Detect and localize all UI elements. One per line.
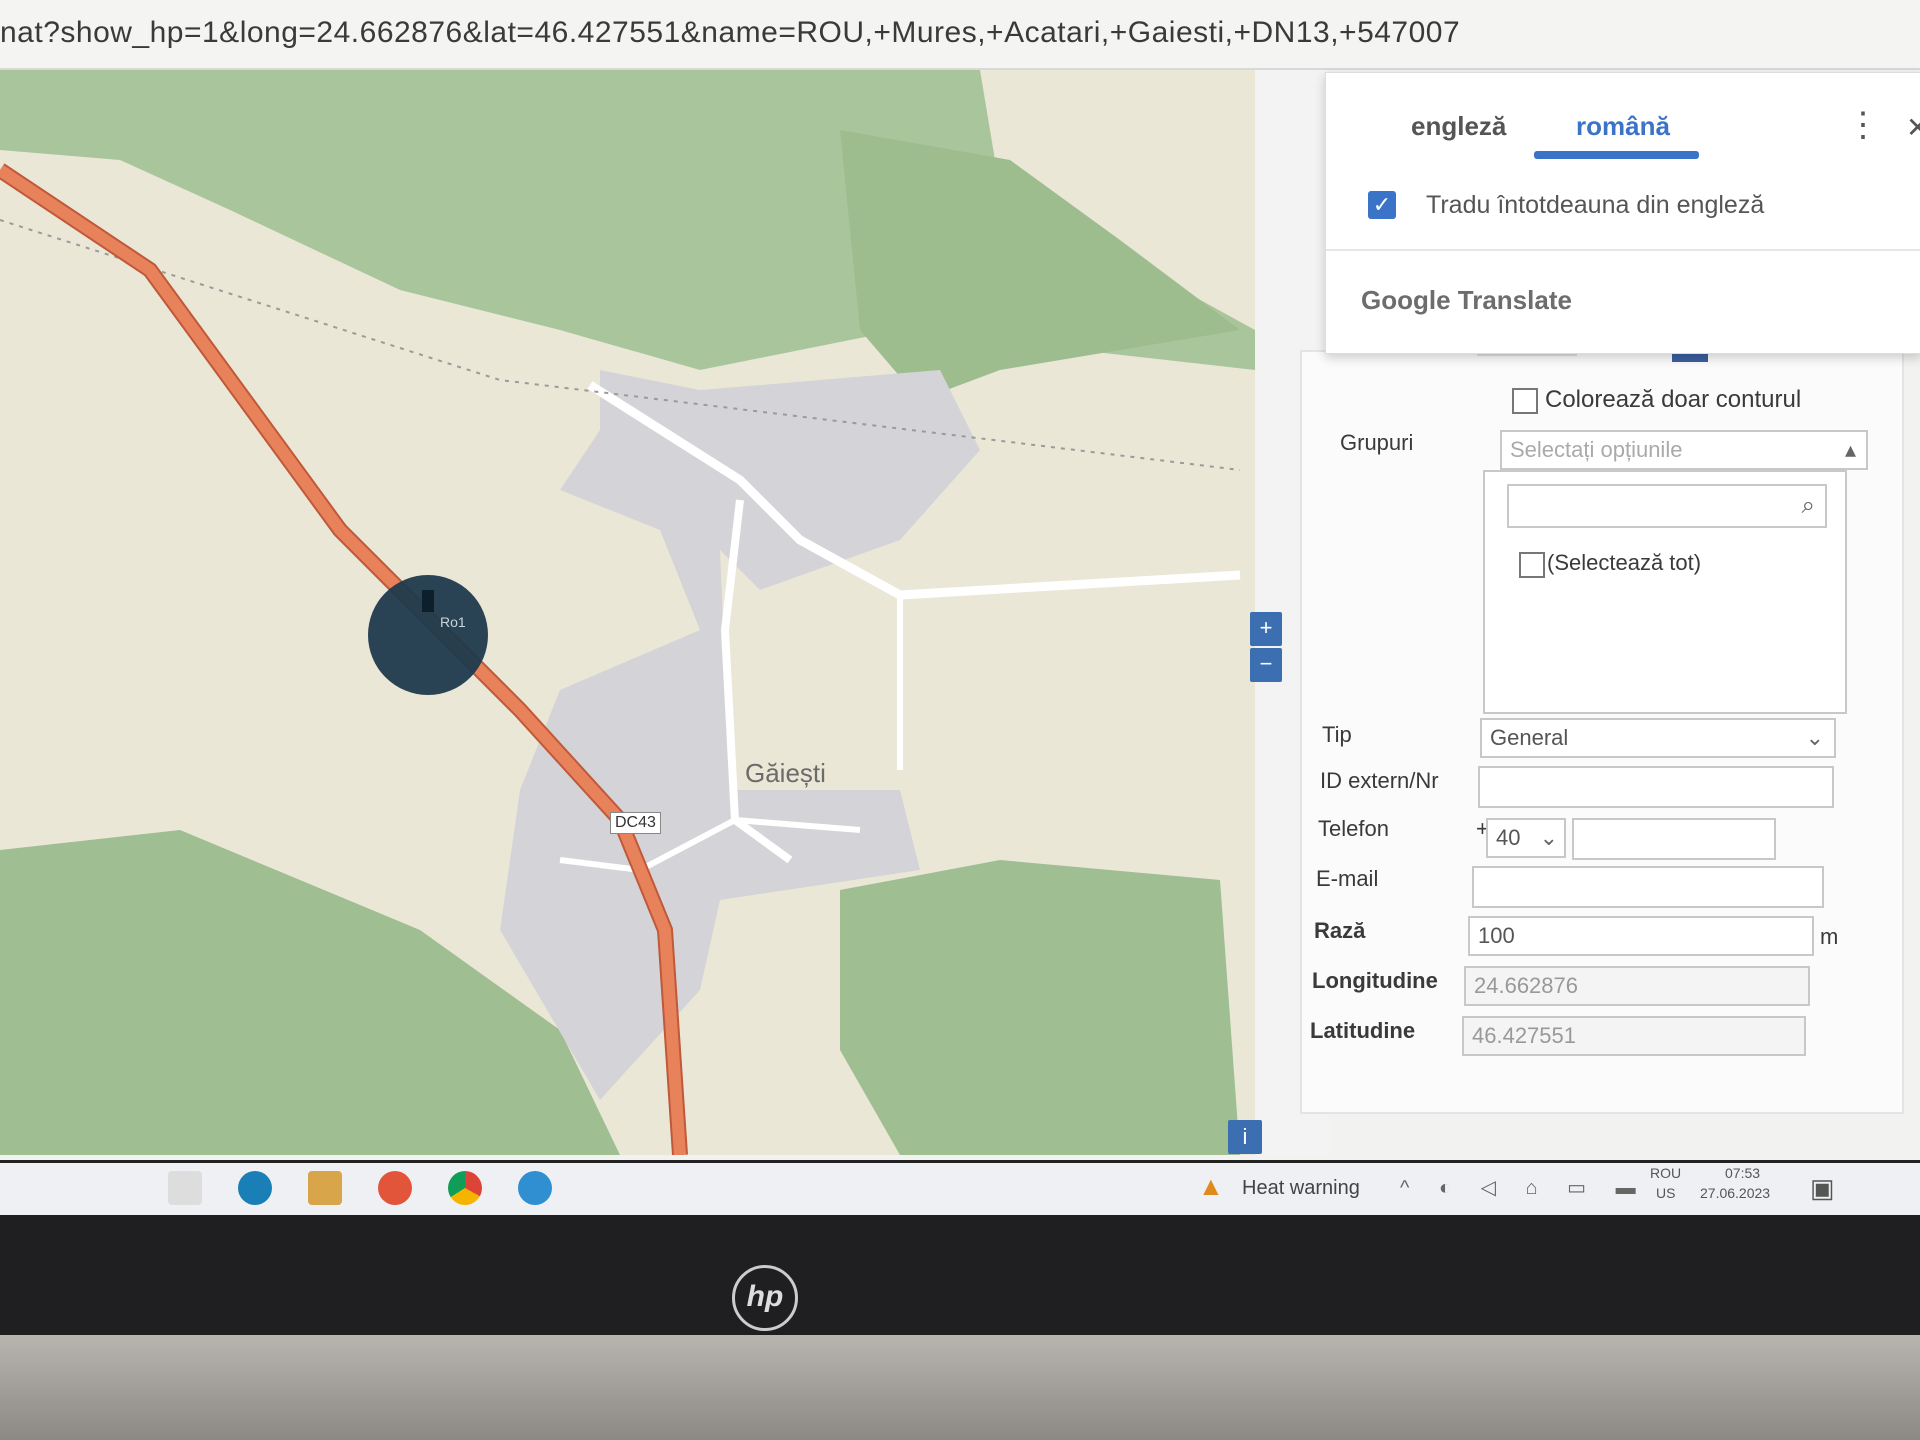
longitude-label: Longitudine (1312, 968, 1438, 993)
chevron-down-icon: ⌄ (1539, 825, 1558, 850)
tray-icons[interactable]: ^ ◐ ◁ ⌂ ▭ ▬ (1400, 1175, 1648, 1200)
address-bar[interactable]: nat?show_hp=1&long=24.662876&lat=46.4275… (0, 0, 1920, 70)
outline-only-checkbox[interactable] (1512, 388, 1538, 414)
tab-english[interactable]: engleză (1411, 111, 1506, 142)
taskbar: ▲ Heat warning ^ ◐ ◁ ⌂ ▭ ▬ ROU US 07:53 … (0, 1160, 1920, 1215)
phone-label: Telefon (1318, 816, 1389, 841)
groups-label: Grupuri (1340, 430, 1414, 455)
external-id-input[interactable] (1478, 766, 1834, 808)
edge-icon[interactable] (238, 1171, 272, 1205)
radius-unit: m (1820, 924, 1839, 949)
clock-time[interactable]: 07:53 (1725, 1165, 1760, 1181)
map-canvas[interactable] (0, 70, 1255, 1155)
always-translate-checkbox[interactable]: ✓ (1368, 191, 1396, 219)
always-translate-label: Tradu întotdeauna din engleză (1426, 191, 1765, 219)
email-input[interactable] (1472, 866, 1824, 908)
notifications-icon[interactable]: ▣ (1810, 1173, 1835, 1204)
url-text[interactable]: nat?show_hp=1&long=24.662876&lat=46.4275… (0, 16, 1460, 50)
latitude-input[interactable]: 46.427551 (1462, 1016, 1806, 1056)
phone-prefix-select[interactable]: 40 ⌄ (1486, 818, 1566, 858)
laptop-hinge (0, 1335, 1920, 1440)
marker-label: Ro1 (440, 614, 466, 630)
forest-area (840, 860, 1240, 1155)
zoom-in-button[interactable]: + (1250, 612, 1282, 646)
warning-icon[interactable]: ▲ (1198, 1171, 1224, 1202)
phone-prefix-value: 40 (1496, 825, 1521, 850)
groups-search-input[interactable]: ⌕ (1507, 484, 1827, 528)
weather-label[interactable]: Heat warning (1242, 1177, 1360, 1200)
translate-popup: engleză română ⋮ ✕ ✓ Tradu întotdeauna d… (1325, 72, 1920, 354)
groups-dropdown-list: ⌕ (Selectează tot) (1483, 470, 1847, 714)
provider-label: Google Translate (1361, 285, 1572, 315)
select-all-label[interactable]: (Selectează tot) (1547, 550, 1701, 576)
groups-select[interactable]: Selectați opțiunile ▴ (1500, 430, 1868, 470)
external-id-label: ID extern/Nr (1320, 768, 1439, 793)
laptop-screen: nat?show_hp=1&long=24.662876&lat=46.4275… (0, 0, 1920, 1215)
zoom-out-button[interactable]: − (1250, 648, 1282, 682)
type-label: Tip (1322, 722, 1352, 747)
more-options-icon[interactable]: ⋮ (1846, 105, 1880, 145)
email-label: E-mail (1316, 866, 1379, 891)
type-select[interactable]: General ⌄ (1480, 718, 1836, 758)
type-value: General (1490, 725, 1569, 750)
task-view-icon[interactable] (168, 1171, 202, 1205)
language-label-2[interactable]: US (1656, 1185, 1675, 1201)
road-label: DC43 (610, 812, 661, 834)
map-view[interactable]: Găiești DC43 Ro1 (0, 70, 1255, 1155)
longitude-input[interactable]: 24.662876 (1464, 966, 1810, 1006)
tab-romanian[interactable]: română (1576, 111, 1670, 142)
chrome-icon[interactable] (448, 1171, 482, 1205)
select-all-checkbox[interactable] (1519, 552, 1545, 578)
location-pin (422, 590, 434, 612)
search-icon: ⌕ (1801, 492, 1815, 519)
phone-input[interactable] (1572, 818, 1776, 860)
chevron-up-icon: ▴ (1844, 437, 1856, 462)
groups-placeholder: Selectați opțiunile (1510, 437, 1683, 462)
outline-only-label: Colorează doar conturul (1545, 386, 1802, 413)
place-label: Găiești (745, 758, 826, 788)
file-explorer-icon[interactable] (308, 1171, 342, 1205)
latitude-label: Latitudine (1310, 1018, 1416, 1043)
language-label[interactable]: ROU (1650, 1165, 1681, 1181)
telegram-icon[interactable] (518, 1171, 552, 1205)
close-icon[interactable]: ✕ (1906, 111, 1920, 144)
radius-label: Rază (1314, 918, 1366, 943)
firefox-icon[interactable] (378, 1171, 412, 1205)
radius-input[interactable]: 100 (1468, 916, 1814, 956)
active-tab-indicator (1534, 151, 1699, 159)
chevron-down-icon: ⌄ (1805, 725, 1824, 750)
clock-date[interactable]: 27.06.2023 (1700, 1185, 1770, 1201)
info-button[interactable]: i (1228, 1120, 1262, 1154)
divider (1326, 249, 1920, 251)
hp-logo: hp (732, 1265, 798, 1331)
